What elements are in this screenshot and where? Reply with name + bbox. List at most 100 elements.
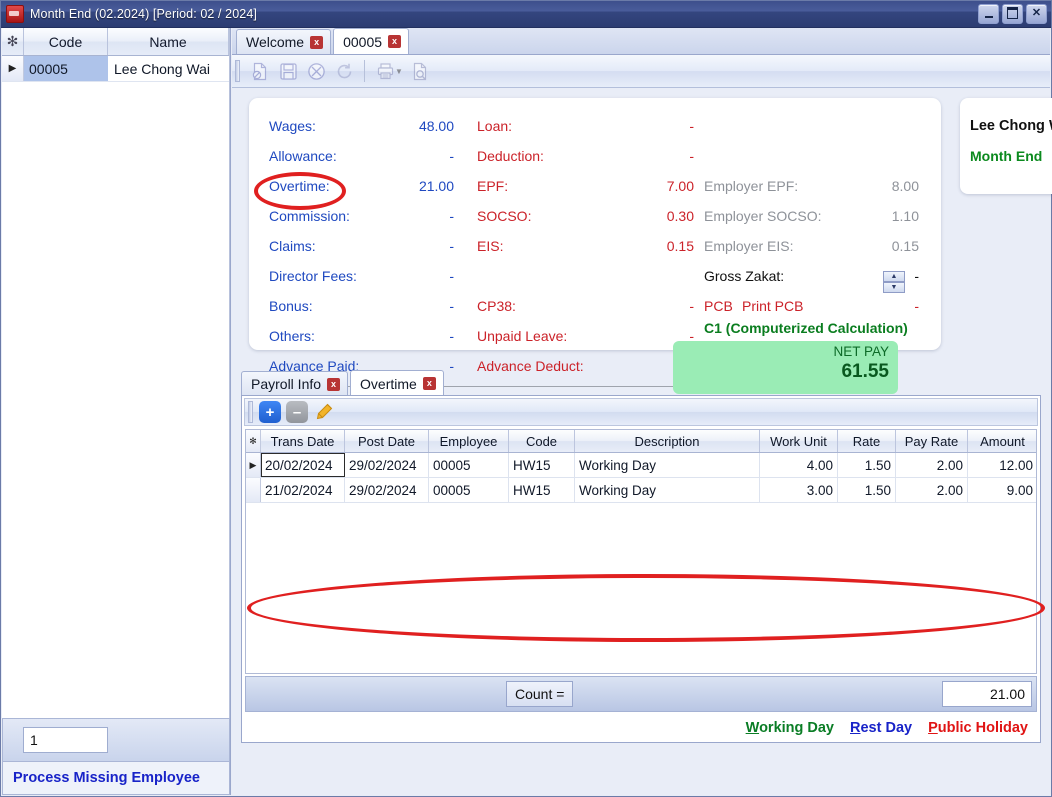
cell-amount[interactable]: 9.00 xyxy=(968,478,1037,502)
spinner-up-icon[interactable]: ▲ xyxy=(883,271,905,282)
value-commission[interactable]: - xyxy=(379,205,454,227)
value-socso[interactable]: 0.30 xyxy=(619,205,694,227)
tab-welcome-close-icon[interactable]: x xyxy=(310,36,323,49)
value-others[interactable]: - xyxy=(379,325,454,347)
column-header-description[interactable]: Description xyxy=(575,430,760,452)
net-pay-label: NET PAY xyxy=(833,344,889,359)
overtime-total-value: 21.00 xyxy=(942,681,1032,707)
new-icon[interactable] xyxy=(246,58,274,84)
column-header-rate[interactable]: Rate xyxy=(838,430,896,452)
cell-employee[interactable]: 00005 xyxy=(429,478,509,502)
minimize-button[interactable] xyxy=(978,4,999,24)
cell-trans-date[interactable]: 21/02/2024 xyxy=(261,478,345,502)
value-director-fees[interactable]: - xyxy=(379,265,454,287)
employee-code-cell[interactable]: 00005 xyxy=(24,56,108,81)
toolbar-grip[interactable] xyxy=(235,60,240,82)
spinner-down-icon[interactable]: ▼ xyxy=(883,282,905,293)
employee-card-name: Lee Chong Wai xyxy=(970,118,1052,134)
legend-working-day[interactable]: Working Day xyxy=(746,720,834,736)
cell-description[interactable]: Working Day xyxy=(575,453,760,477)
cell-post-date[interactable]: 29/02/2024 xyxy=(345,453,429,477)
value-loan[interactable]: - xyxy=(619,115,694,137)
value-bonus[interactable]: - xyxy=(379,295,454,317)
cell-employee[interactable]: 00005 xyxy=(429,453,509,477)
column-header-employee[interactable]: Employee xyxy=(429,430,509,452)
label-epf: EPF: xyxy=(477,175,508,197)
cell-code[interactable]: HW15 xyxy=(509,478,575,502)
label-allowance: Allowance: xyxy=(269,145,337,167)
column-header-name[interactable]: Name xyxy=(108,28,229,55)
value-claims[interactable]: - xyxy=(379,235,454,257)
add-row-button[interactable]: + xyxy=(259,401,281,423)
label-eis: EIS: xyxy=(477,235,503,257)
cell-pay-rate[interactable]: 2.00 xyxy=(896,478,968,502)
process-missing-employee-link[interactable]: Process Missing Employee xyxy=(13,770,200,786)
legend-rest-day[interactable]: Rest Day xyxy=(850,720,912,736)
column-header-trans-date[interactable]: Trans Date xyxy=(261,430,345,452)
cell-rate[interactable]: 1.50 xyxy=(838,453,896,477)
work-area: Welcome x 00005 x xyxy=(232,28,1050,795)
employee-name-cell[interactable]: Lee Chong Wai xyxy=(108,56,229,81)
delete-row-button[interactable]: – xyxy=(286,401,308,423)
tab-welcome[interactable]: Welcome x xyxy=(236,29,331,54)
label-employer-epf: Employer EPF: xyxy=(704,175,798,197)
tab-payroll-info[interactable]: Payroll Info x xyxy=(241,371,348,396)
print-pcb-link[interactable]: Print PCB xyxy=(742,295,803,317)
value-allowance[interactable]: - xyxy=(379,145,454,167)
refresh-icon[interactable] xyxy=(330,58,358,84)
tab-payroll-info-close-icon[interactable]: x xyxy=(327,378,340,391)
close-button[interactable]: ✕ xyxy=(1026,4,1047,24)
cell-code[interactable]: HW15 xyxy=(509,453,575,477)
cell-work-unit[interactable]: 4.00 xyxy=(760,453,838,477)
label-socso: SOCSO: xyxy=(477,205,531,227)
table-row[interactable]: ▶ 20/02/2024 29/02/2024 00005 HW15 Worki… xyxy=(246,453,1036,478)
cancel-icon[interactable] xyxy=(302,58,330,84)
payroll-summary-card: Wages: Allowance: Overtime: Commission: … xyxy=(249,98,941,350)
tab-overtime-close-icon[interactable]: x xyxy=(423,377,436,390)
cell-amount[interactable]: 12.00 xyxy=(968,453,1037,477)
adjustment-spinner[interactable]: ▲ ▼ xyxy=(883,271,905,295)
table-row[interactable]: 21/02/2024 29/02/2024 00005 HW15 Working… xyxy=(246,478,1036,503)
cell-post-date[interactable]: 29/02/2024 xyxy=(345,478,429,502)
employee-row[interactable]: ▶ 00005 Lee Chong Wai xyxy=(2,56,229,82)
value-deduction[interactable]: - xyxy=(619,145,694,167)
legend-public-holiday[interactable]: Public Holiday xyxy=(928,720,1028,736)
employee-card-process: Month End xyxy=(970,148,1042,164)
cell-pay-rate[interactable]: 2.00 xyxy=(896,453,968,477)
tab-00005-close-icon[interactable]: x xyxy=(388,35,401,48)
overtime-detail-panel: + – ✻ Trans Date Post Date Employee Code… xyxy=(241,395,1041,743)
pencil-icon[interactable] xyxy=(313,401,335,423)
column-header-work-unit[interactable]: Work Unit xyxy=(760,430,838,452)
column-header-code[interactable]: Code xyxy=(509,430,575,452)
employee-info-card: Lee Chong Wai Month End xyxy=(960,98,1052,194)
cell-rate[interactable]: 1.50 xyxy=(838,478,896,502)
value-cp38[interactable]: - xyxy=(619,295,694,317)
legend-public-holiday-accel: P xyxy=(928,720,938,736)
print-preview-icon[interactable] xyxy=(407,58,435,84)
column-header-pay-rate[interactable]: Pay Rate xyxy=(896,430,968,452)
maximize-button[interactable] xyxy=(1002,4,1023,24)
value-wages[interactable]: 48.00 xyxy=(379,115,454,137)
cell-work-unit[interactable]: 3.00 xyxy=(760,478,838,502)
column-header-code[interactable]: Code xyxy=(24,28,108,55)
label-employer-eis: Employer EIS: xyxy=(704,235,793,257)
overtime-grid[interactable]: ✻ Trans Date Post Date Employee Code Des… xyxy=(245,429,1037,674)
cell-description[interactable]: Working Day xyxy=(575,478,760,502)
print-dropdown-chevron-icon[interactable]: ▼ xyxy=(395,67,403,76)
cell-trans-date[interactable]: 20/02/2024 xyxy=(261,453,345,477)
value-eis[interactable]: 0.15 xyxy=(619,235,694,257)
tab-overtime[interactable]: Overtime x xyxy=(350,370,444,396)
save-icon[interactable] xyxy=(274,58,302,84)
column-header-amount[interactable]: Amount xyxy=(968,430,1037,452)
value-overtime[interactable]: 21.00 xyxy=(379,175,454,197)
employee-count-bar: 1 xyxy=(2,718,230,762)
count-button[interactable]: Count = xyxy=(506,681,573,707)
column-header-post-date[interactable]: Post Date xyxy=(345,430,429,452)
value-epf[interactable]: 7.00 xyxy=(619,175,694,197)
form-toolbar: ▼ xyxy=(232,55,1050,88)
tab-00005[interactable]: 00005 x xyxy=(333,28,409,54)
employee-count-field[interactable]: 1 xyxy=(23,727,108,753)
detail-toolbar-grip[interactable] xyxy=(248,401,253,423)
employee-grid[interactable]: ✻ Code Name ▶ 00005 Lee Chong Wai xyxy=(2,28,230,718)
label-unpaid-leave: Unpaid Leave: xyxy=(477,325,567,347)
